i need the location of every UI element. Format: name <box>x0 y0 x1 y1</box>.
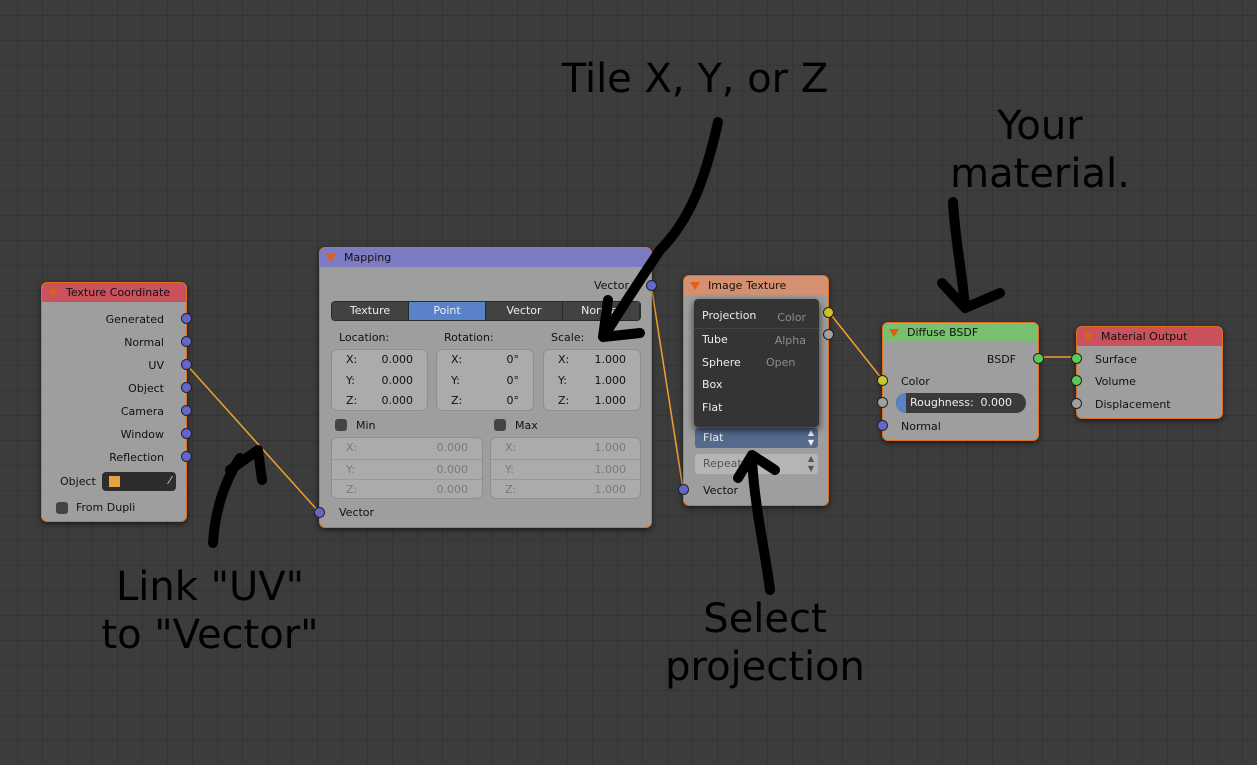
annotation-arrows <box>208 117 1005 595</box>
arrow-select <box>733 450 780 595</box>
arrow-material <box>937 197 1005 313</box>
arrow-link <box>208 445 267 548</box>
arrow-tile <box>598 117 723 342</box>
